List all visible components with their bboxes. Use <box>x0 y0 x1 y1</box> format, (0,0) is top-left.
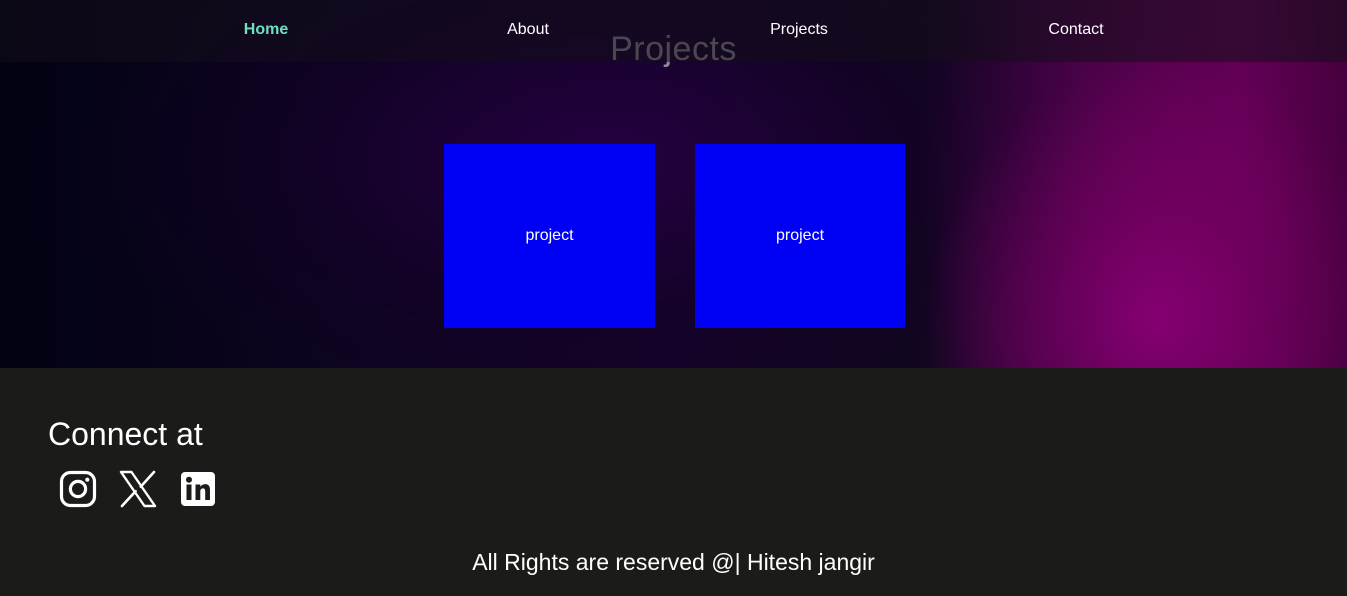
nav-contact-link[interactable]: Contact <box>1048 21 1103 39</box>
project-card-label: project <box>525 227 574 244</box>
nav-home-link[interactable]: Home <box>244 21 288 39</box>
navbar: Home About Projects Contact <box>0 0 1347 62</box>
linkedin-icon[interactable] <box>178 469 218 509</box>
x-icon[interactable] <box>118 469 158 509</box>
footer: Connect at All Rights are reserved @| Hi… <box>0 368 1347 596</box>
page: Projects project project Home About Proj… <box>0 0 1347 596</box>
copyright-text: All Rights are reserved @| Hitesh jangir <box>472 549 875 575</box>
project-card-2[interactable]: project <box>695 144 905 328</box>
nav-projects-link[interactable]: Projects <box>770 21 828 39</box>
project-card-1[interactable]: project <box>444 144 655 328</box>
instagram-icon[interactable] <box>58 469 98 509</box>
nav-about-link[interactable]: About <box>507 21 549 39</box>
connect-heading: Connect at <box>48 416 203 452</box>
project-card-label: project <box>775 227 825 244</box>
